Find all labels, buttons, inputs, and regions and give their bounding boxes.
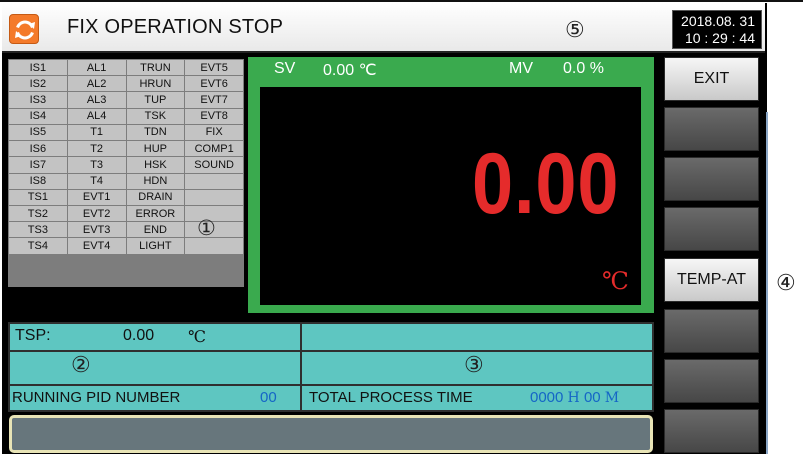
tsp-cell: TSP: 0.00 ℃ xyxy=(10,324,300,350)
process-time-value: 0000 H 00 M xyxy=(530,389,619,406)
status-lamp: FIX xyxy=(185,124,243,141)
status-lamp: AL4 xyxy=(67,108,126,124)
present-value-screen: 0.00 ℃ xyxy=(260,87,641,305)
date-text: 2018.08. 31 xyxy=(681,13,755,29)
status-lamp: TRUN xyxy=(126,60,185,76)
present-value: 0.00 xyxy=(471,136,619,232)
time-text: 10 : 29 : 44 xyxy=(684,30,755,46)
status-lamp: AL1 xyxy=(67,60,126,76)
process-time-cell: TOTAL PROCESS TIME 0000 H 00 M xyxy=(302,386,652,410)
status-lamp: IS5 xyxy=(9,124,67,141)
status-lamp: IS8 xyxy=(9,173,67,189)
status-lamp xyxy=(185,173,243,189)
refresh-button[interactable] xyxy=(9,14,39,44)
status-lamp: IS7 xyxy=(9,157,67,173)
value-monitor: SV 0.00 ℃ MV 0.0 % 0.00 ℃ xyxy=(248,57,654,313)
status-lamp: HUP xyxy=(126,141,185,157)
page-title: FIX OPERATION STOP xyxy=(67,16,284,38)
date-time-display: 2018.08. 31 10 : 29 : 44 xyxy=(672,10,762,49)
pid-cell: RUNNING PID NUMBER 00 xyxy=(10,386,300,410)
side-separator xyxy=(766,112,768,454)
callout-2-cell: ② xyxy=(10,352,300,384)
process-time-h-unit: H xyxy=(567,390,580,406)
process-time-hours: 0000 xyxy=(530,389,564,406)
status-lamp: EVT1 xyxy=(67,189,126,205)
process-time-label: TOTAL PROCESS TIME xyxy=(309,389,473,406)
status-lamp: EVT4 xyxy=(67,238,126,254)
message-bar xyxy=(9,415,653,453)
present-value-unit: ℃ xyxy=(602,267,629,295)
side-button-8[interactable] xyxy=(664,409,759,453)
callout-4: ④ xyxy=(776,271,796,296)
status-lamp: SOUND xyxy=(185,157,243,173)
status-lamp: IS6 xyxy=(9,141,67,157)
side-button-2[interactable] xyxy=(664,107,759,151)
info-panel: TSP: 0.00 ℃ ② ③ RUNNING PID NUMBER 00 TO… xyxy=(8,322,654,412)
status-lamp: IS1 xyxy=(9,60,67,76)
sv-label: SV xyxy=(274,60,296,77)
side-button-7[interactable] xyxy=(664,359,759,403)
status-lamp: EVT6 xyxy=(185,76,243,92)
callout-2: ② xyxy=(71,353,91,378)
process-time-m-unit: M xyxy=(604,390,620,406)
side-button-6[interactable] xyxy=(664,309,759,353)
status-lamp: IS3 xyxy=(9,92,67,108)
status-lamp: T2 xyxy=(67,141,126,157)
status-lamp: TDN xyxy=(126,124,185,141)
side-button-4[interactable] xyxy=(664,207,759,251)
status-lamp: COMP1 xyxy=(185,141,243,157)
status-lamp: TS3 xyxy=(9,222,67,238)
status-lamp: EVT2 xyxy=(67,205,126,222)
status-lamp: TS4 xyxy=(9,238,67,254)
status-lamp: EVT5 xyxy=(185,60,243,76)
refresh-icon xyxy=(15,20,35,40)
status-lamp: AL3 xyxy=(67,92,126,108)
tsp-value: 0.00 xyxy=(123,327,155,344)
process-time-minutes: 00 xyxy=(583,389,601,406)
status-lamp: TS2 xyxy=(9,205,67,222)
callout-3: ③ xyxy=(464,353,484,378)
sv-value: 0.00 ℃ xyxy=(323,62,377,79)
status-lamp: T3 xyxy=(67,157,126,173)
exit-button[interactable]: EXIT xyxy=(664,57,759,101)
status-lamp-grid: IS1 AL1 TRUN EVT5 IS2 AL2 HRUN EVT6 IS3 AL3 TUP EVT… xyxy=(8,59,244,287)
top-border xyxy=(0,0,803,2)
status-lamp: HSK xyxy=(126,157,185,173)
status-lamp: T1 xyxy=(67,124,126,141)
info-cell-blank xyxy=(302,324,652,350)
tsp-unit: ℃ xyxy=(188,327,206,346)
mv-value: 0.0 % xyxy=(563,60,604,77)
status-lamp: IS2 xyxy=(9,76,67,92)
status-lamp: AL2 xyxy=(67,76,126,92)
status-lamp: TSK xyxy=(126,108,185,124)
status-lamp xyxy=(185,238,243,254)
status-lamp: EVT8 xyxy=(185,108,243,124)
tsp-label: TSP: xyxy=(15,327,51,344)
pid-value: 00 xyxy=(260,389,277,406)
mv-label: MV xyxy=(509,60,533,77)
status-lamp: DRAIN xyxy=(126,189,185,205)
side-button-3[interactable] xyxy=(664,157,759,201)
status-lamp: HRUN xyxy=(126,76,185,92)
status-lamp: TS1 xyxy=(9,189,67,205)
status-lamp: EVT3 xyxy=(67,222,126,238)
pid-label: RUNNING PID NUMBER xyxy=(12,389,181,406)
temp-at-button[interactable]: TEMP-AT xyxy=(664,258,759,302)
title-bar: FIX OPERATION STOP ⑤ 2018.08. 31 10 : 29… xyxy=(2,3,765,53)
callout-5: ⑤ xyxy=(565,18,585,43)
status-lamp xyxy=(185,189,243,205)
status-lamp: TUP xyxy=(126,92,185,108)
status-lamp: T4 xyxy=(67,173,126,189)
status-lamp: LIGHT xyxy=(126,238,185,254)
status-lamp: ERROR xyxy=(126,205,185,222)
callout-1: ① xyxy=(197,216,216,240)
status-lamp: EVT7 xyxy=(185,92,243,108)
status-lamp: END xyxy=(126,222,185,238)
status-lamp: HDN xyxy=(126,173,185,189)
status-lamp: IS4 xyxy=(9,108,67,124)
callout-3-cell: ③ xyxy=(302,352,652,384)
